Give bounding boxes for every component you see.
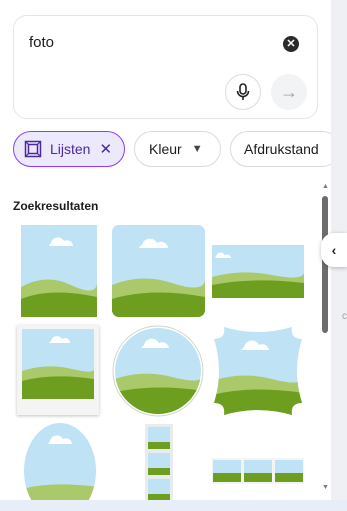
results-heading: Zoekresultaten — [13, 199, 99, 213]
landscape-image — [21, 225, 97, 317]
submit-search-button[interactable]: → — [271, 74, 307, 110]
voice-search-button[interactable] — [225, 74, 261, 110]
landscape-image — [212, 245, 304, 298]
remove-filter-icon[interactable]: ✕ — [99, 140, 112, 158]
filter-chips: Lijsten ✕ Kleur ▼ Afdrukstand — [13, 131, 331, 167]
result-polaroid-frame[interactable] — [17, 325, 99, 415]
landscape-image — [214, 327, 302, 415]
result-triple-strip-frame[interactable] — [212, 458, 304, 484]
collapse-panel-button[interactable]: ‹ — [321, 233, 347, 267]
search-input[interactable] — [29, 34, 269, 51]
clear-search-button[interactable]: ✕ — [283, 36, 299, 52]
landscape-image — [24, 423, 96, 500]
chip-label: Lijsten — [50, 141, 91, 157]
landscape-image — [17, 325, 99, 415]
chip-color[interactable]: Kleur ▼ — [134, 131, 221, 167]
result-rounded-square-frame[interactable] — [112, 225, 205, 317]
search-box: ✕ → — [13, 15, 318, 119]
landscape-image — [112, 225, 205, 317]
landscape-image — [145, 424, 173, 500]
scroll-up-arrow[interactable]: ▲ — [322, 183, 329, 190]
chevron-down-icon: ▼ — [191, 143, 203, 155]
result-circle-frame[interactable] — [112, 325, 204, 417]
result-ornamental-frame[interactable] — [212, 325, 304, 417]
scroll-down-arrow[interactable]: ▼ — [322, 484, 329, 491]
arrow-right-icon: → — [280, 81, 298, 102]
frame-icon — [24, 140, 42, 158]
chip-orientation[interactable]: Afdrukstand — [230, 131, 331, 167]
result-landscape-frame[interactable] — [212, 245, 304, 298]
result-oval-frame[interactable] — [22, 423, 98, 500]
landscape-image — [212, 458, 304, 484]
chip-label: Kleur — [149, 141, 182, 157]
result-portrait-frame[interactable] — [21, 225, 97, 317]
chip-label: Afdrukstand — [244, 141, 319, 157]
chip-frames[interactable]: Lijsten ✕ — [13, 131, 125, 167]
result-filmstrip-frame[interactable] — [145, 424, 173, 500]
chevron-left-icon: ‹ — [331, 242, 337, 258]
landscape-image — [112, 325, 204, 417]
microphone-icon — [236, 83, 250, 100]
bottom-toolbar — [0, 500, 347, 511]
close-icon: ✕ — [286, 38, 296, 50]
